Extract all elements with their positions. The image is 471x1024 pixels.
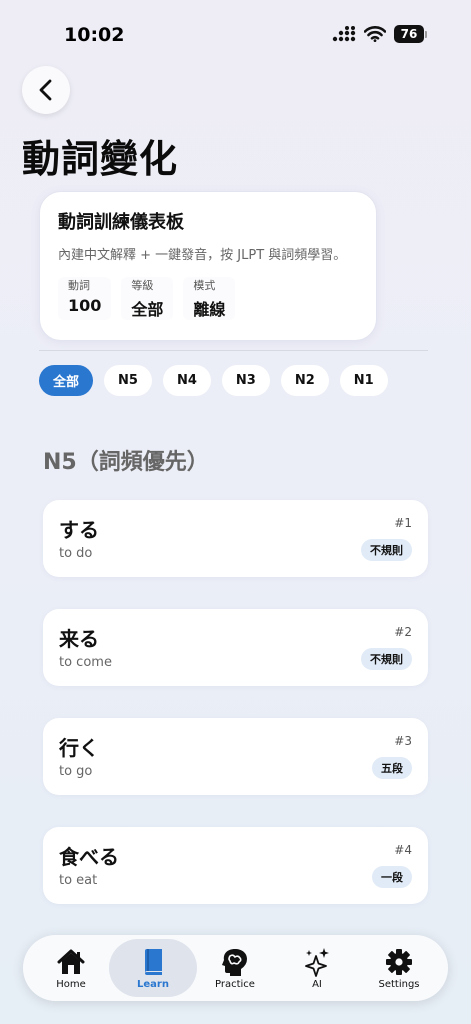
status-bar: 10:02 76 [0, 0, 471, 60]
dashboard-card: 動詞訓練儀表板 內建中文解釋 + 一鍵發音，按 JLPT 與詞頻學習。 動詞 1… [39, 191, 377, 341]
stat-mode: 模式 離線 [183, 277, 236, 320]
home-icon [57, 949, 85, 974]
stat-label: 動詞 [68, 279, 90, 292]
verb-type-badge: 不規則 [361, 539, 412, 561]
stat-label: 模式 [193, 279, 216, 292]
verb-type-badge: 不規則 [361, 648, 412, 670]
tab-label: Home [56, 978, 86, 990]
signal-icon [332, 26, 356, 42]
stat-label: 等級 [131, 279, 154, 292]
status-icons: 76 [332, 25, 427, 43]
verb-card[interactable]: 食べる to eat #4 一段 [43, 827, 428, 904]
verb-rank: #1 [394, 516, 412, 530]
section-title: N5（詞頻優先） [43, 450, 209, 475]
gear-icon [386, 948, 412, 975]
verb-word: 来る [59, 627, 99, 651]
tab-home[interactable]: Home [27, 939, 115, 997]
dashboard-title: 動詞訓練儀表板 [58, 212, 184, 233]
page-title: 動詞變化 [22, 137, 179, 181]
verb-meaning: to do [59, 546, 93, 561]
battery-cap [425, 30, 427, 38]
battery-indicator: 76 [394, 25, 427, 43]
filter-chip-n2[interactable]: N2 [280, 365, 329, 396]
verb-rank: #3 [394, 734, 412, 748]
verb-rank: #2 [394, 625, 412, 639]
verb-type-badge: 一段 [372, 866, 412, 888]
book-icon [145, 948, 162, 975]
tab-settings[interactable]: Settings [355, 939, 443, 997]
verb-meaning: to eat [59, 873, 98, 888]
filter-chip-all[interactable]: 全部 [39, 365, 94, 396]
verb-meaning: to come [59, 655, 112, 670]
tab-label: AI [312, 978, 322, 990]
battery-level: 76 [394, 25, 424, 43]
filter-chip-n1[interactable]: N1 [339, 365, 388, 396]
wifi-icon [364, 26, 386, 42]
stat-level: 等級 全部 [121, 277, 174, 320]
tab-label: Learn [137, 978, 169, 990]
chevron-left-icon [39, 79, 52, 101]
tab-label: Practice [215, 978, 255, 990]
divider [39, 350, 428, 351]
filter-chip-n3[interactable]: N3 [221, 365, 270, 396]
verb-rank: #4 [394, 843, 412, 857]
verb-type-badge: 五段 [372, 757, 412, 779]
level-filter-bar: 全部 N5 N4 N3 N2 N1 [39, 365, 388, 396]
filter-chip-n5[interactable]: N5 [104, 365, 152, 396]
bottom-tab-bar: Home Learn Practice AI Settings [23, 935, 448, 1001]
verb-word: 食べる [59, 845, 119, 869]
stat-verbs: 動詞 100 [58, 277, 112, 320]
brain-icon [222, 948, 247, 976]
verb-word: 行く [59, 736, 99, 760]
verb-word: する [59, 518, 99, 542]
dashboard-subtitle: 內建中文解釋 + 一鍵發音，按 JLPT 與詞頻學習。 [58, 248, 347, 263]
back-button[interactable] [22, 66, 70, 114]
stat-value: 全部 [131, 300, 164, 319]
dashboard-stats: 動詞 100 等級 全部 模式 離線 [58, 277, 358, 320]
filter-chip-n4[interactable]: N4 [162, 365, 211, 396]
stat-value: 100 [68, 296, 102, 315]
verb-card[interactable]: 行く to go #3 五段 [43, 718, 428, 795]
tab-practice[interactable]: Practice [191, 939, 279, 997]
stat-value: 離線 [193, 300, 226, 319]
verb-meaning: to go [59, 764, 93, 779]
status-time: 10:02 [64, 24, 125, 46]
verb-card[interactable]: 来る to come #2 不規則 [43, 609, 428, 686]
tab-ai[interactable]: AI [273, 939, 361, 997]
tab-learn[interactable]: Learn [109, 939, 197, 997]
verb-card[interactable]: する to do #1 不規則 [43, 500, 428, 577]
sparkles-icon [305, 947, 329, 977]
tab-label: Settings [378, 978, 420, 990]
